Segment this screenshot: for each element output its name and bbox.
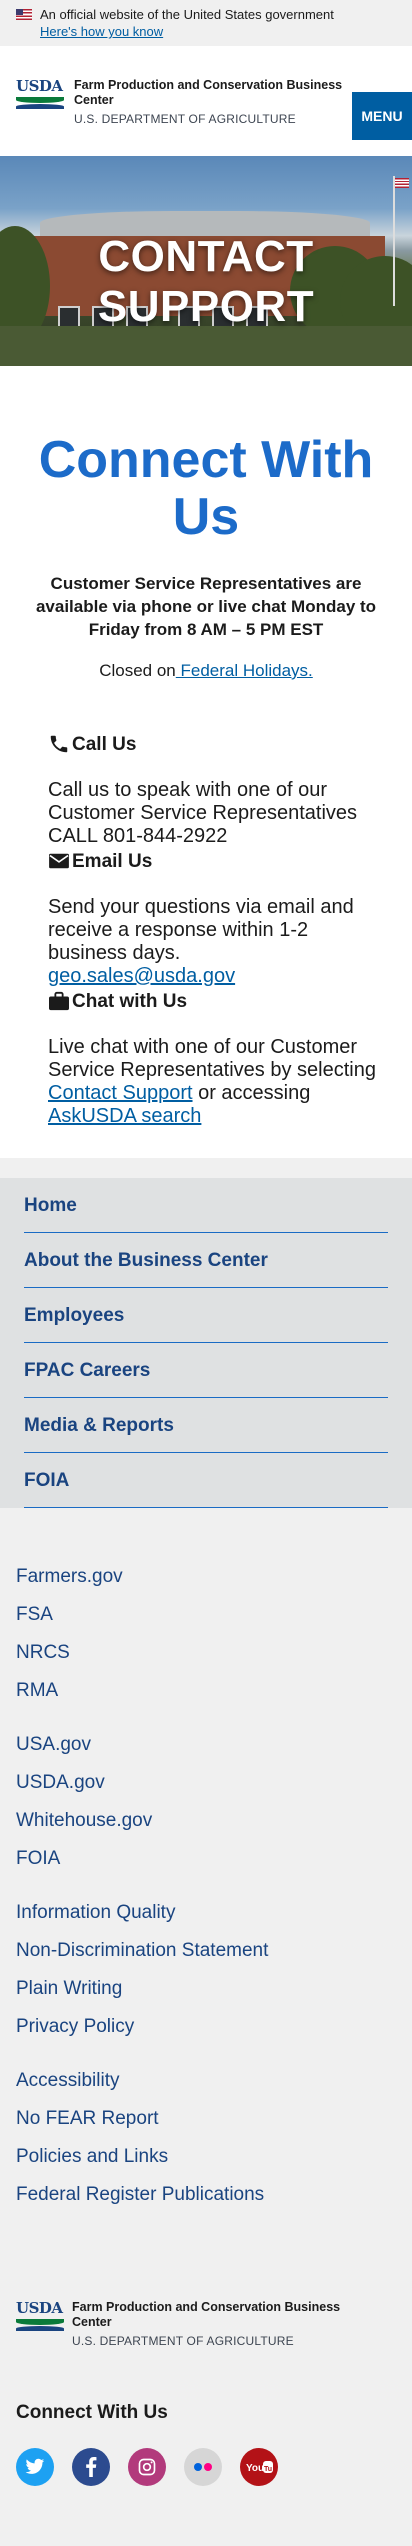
footer-usda-logo[interactable]: USDA <box>16 2300 64 2332</box>
site-title[interactable]: Farm Production and Conservation Busines… <box>74 78 364 108</box>
site-header: USDA Farm Production and Conservation Bu… <box>0 46 412 156</box>
page-heading: Connect With Us <box>38 431 374 546</box>
flickr-icon[interactable] <box>184 2448 222 2486</box>
link-foia[interactable]: FOIA <box>16 1840 396 1878</box>
agency-links: Farmers.gov FSA NRCS RMA <box>16 1558 396 1710</box>
federal-holidays-link[interactable]: Federal Holidays. <box>176 661 312 680</box>
hero-title: CONTACT SUPPORT <box>97 232 315 331</box>
link-federal-register[interactable]: Federal Register Publications <box>16 2176 396 2214</box>
link-nrcs[interactable]: NRCS <box>16 1634 396 1672</box>
heres-how-you-know-link[interactable]: Here's how you know <box>40 24 412 39</box>
email-us-section: Email Us Send your questions via email a… <box>48 848 376 988</box>
link-rma[interactable]: RMA <box>16 1672 396 1710</box>
email-us-text: Send your questions via email and receiv… <box>48 896 354 987</box>
email-link[interactable]: geo.sales@usda.gov <box>48 965 235 987</box>
svg-text:Tu: Tu <box>264 2466 272 2473</box>
footer-nav-media[interactable]: Media & Reports <box>24 1398 388 1453</box>
contact-list: Call Us Call us to speak with one of our… <box>0 681 412 1128</box>
footer-nav-employees[interactable]: Employees <box>24 1288 388 1343</box>
footer-brand: USDA Farm Production and Conservation Bu… <box>0 2230 412 2348</box>
call-us-section: Call Us Call us to speak with one of our… <box>48 731 376 848</box>
phone-icon <box>50 735 68 753</box>
gov-banner: An official website of the United States… <box>0 0 412 46</box>
contact-support-link[interactable]: Contact Support <box>48 1082 193 1104</box>
email-us-title: Email Us <box>72 850 153 872</box>
footer-nav-careers[interactable]: FPAC Careers <box>24 1343 388 1398</box>
policy-links: Information Quality Non-Discrimination S… <box>16 1894 396 2046</box>
svg-text:You: You <box>246 2463 264 2474</box>
footer-nav-foia[interactable]: FOIA <box>24 1453 388 1508</box>
chat-us-text: Live chat with one of our Customer Servi… <box>48 1036 376 1127</box>
holiday-notice: Closed on Federal Holidays. <box>99 661 313 680</box>
call-us-title: Call Us <box>72 733 137 755</box>
link-policies[interactable]: Policies and Links <box>16 2138 396 2176</box>
link-fsa[interactable]: FSA <box>16 1596 396 1634</box>
instagram-icon[interactable] <box>128 2448 166 2486</box>
briefcase-icon <box>49 991 69 1011</box>
customer-service-hours: Customer Service Representatives are ava… <box>35 574 377 639</box>
call-us-text: Call us to speak with one of our Custome… <box>48 779 358 847</box>
link-non-discrimination[interactable]: Non-Discrimination Statement <box>16 1932 396 1970</box>
link-whitehouse-gov[interactable]: Whitehouse.gov <box>16 1802 396 1840</box>
footer-links: Farmers.gov FSA NRCS RMA USA.gov USDA.go… <box>0 1508 412 2214</box>
link-information-quality[interactable]: Information Quality <box>16 1894 396 1932</box>
twitter-icon[interactable] <box>16 2448 54 2486</box>
link-usda-gov[interactable]: USDA.gov <box>16 1764 396 1802</box>
footer-title: Farm Production and Conservation Busines… <box>72 2300 341 2329</box>
usda-logo[interactable]: USDA <box>16 78 64 112</box>
link-no-fear[interactable]: No FEAR Report <box>16 2100 396 2138</box>
footer-nav-about[interactable]: About the Business Center <box>24 1233 388 1288</box>
facebook-icon[interactable] <box>72 2448 110 2486</box>
envelope-icon <box>49 853 69 869</box>
link-usa-gov[interactable]: USA.gov <box>16 1726 396 1764</box>
menu-button[interactable]: MENU <box>352 92 412 140</box>
link-privacy-policy[interactable]: Privacy Policy <box>16 2008 396 2046</box>
link-plain-writing[interactable]: Plain Writing <box>16 1970 396 2008</box>
us-flag-icon <box>16 9 32 20</box>
chat-us-title: Chat with Us <box>72 990 188 1012</box>
footer-nav-home[interactable]: Home <box>24 1178 388 1233</box>
link-accessibility[interactable]: Accessibility <box>16 2062 396 2100</box>
site-subtitle: U.S. DEPARTMENT OF AGRICULTURE <box>74 112 296 126</box>
askusda-link[interactable]: AskUSDA search <box>48 1105 201 1127</box>
link-farmers-gov[interactable]: Farmers.gov <box>16 1558 396 1596</box>
gov-banner-text: An official website of the United States… <box>40 7 334 22</box>
hero-banner: CONTACT SUPPORT <box>0 156 412 366</box>
chat-us-section: Chat with Us Live chat with one of our C… <box>48 988 376 1128</box>
social-links: You Tu <box>0 2424 412 2546</box>
social-heading: Connect With Us <box>0 2348 412 2424</box>
government-links: USA.gov USDA.gov Whitehouse.gov FOIA <box>16 1726 396 1878</box>
accessibility-links: Accessibility No FEAR Report Policies an… <box>16 2062 396 2214</box>
main-content: Connect With Us Customer Service Represe… <box>0 366 412 1158</box>
footer-nav: Home About the Business Center Employees… <box>0 1178 412 1508</box>
youtube-icon[interactable]: You Tu <box>240 2448 278 2486</box>
footer-subtitle: U.S. DEPARTMENT OF AGRICULTURE <box>72 2334 294 2348</box>
